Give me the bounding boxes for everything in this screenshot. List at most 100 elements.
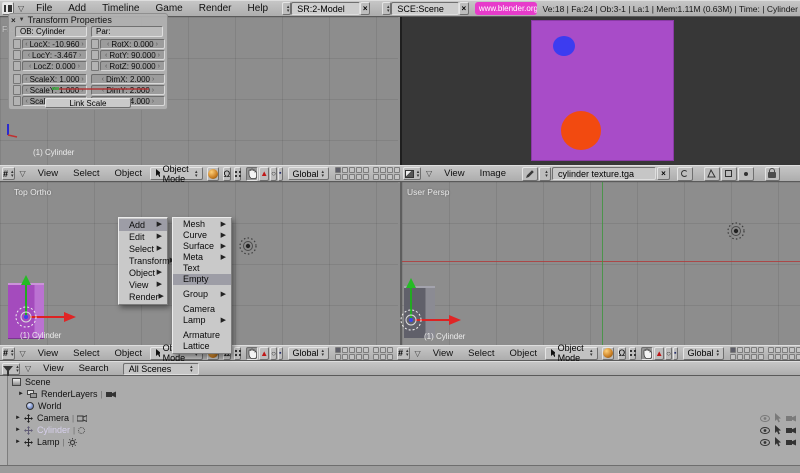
layer-toggle[interactable] [744,354,750,360]
layer-toggle[interactable] [349,347,355,353]
locy-field[interactable]: LocY: -3.467 [22,50,87,60]
header-collapse-icon[interactable]: ▽ [415,349,421,358]
layer-toggle[interactable] [373,347,379,353]
header-collapse-icon[interactable]: ▽ [25,364,31,373]
layer-toggle[interactable] [349,174,355,180]
locz-field[interactable]: LocZ: 0.000 [22,61,87,71]
snap-icon[interactable] [234,347,241,360]
image-reload-icon[interactable] [677,167,693,181]
scene-browse-icon[interactable]: ▴▾ [382,2,391,15]
layer-toggle[interactable] [380,174,386,180]
layer-toggle[interactable] [349,354,355,360]
rot-lock-icon[interactable] [91,61,99,71]
context-menu-item-render[interactable]: Render▶ [119,291,167,303]
object-menu[interactable]: Object [108,348,149,359]
layer-toggle[interactable] [768,354,774,360]
layer-toggle[interactable] [342,174,348,180]
snap-icon[interactable] [629,347,636,360]
layer-toggle[interactable] [335,347,341,353]
add-menu-item-meta[interactable]: Meta▶ [173,252,231,263]
layer-toggle[interactable] [335,167,341,173]
panel-collapse-icon[interactable]: ▼ [19,17,25,23]
restrict-select-icon[interactable] [774,413,782,423]
mode-dropdown[interactable]: Object Mode ▴▾ [150,167,203,180]
layer-toggle[interactable] [356,354,362,360]
manipulator-rotate-icon[interactable]: ○ [270,167,277,181]
scene-selector[interactable]: SCE:Scene [391,2,459,15]
layer-toggle[interactable] [751,347,757,353]
layer-toggle[interactable] [380,354,386,360]
outliner-filter-dropdown[interactable]: All Scenes▴▾ [123,363,199,375]
select-menu[interactable]: Select [66,348,106,359]
layer-toggle[interactable] [342,347,348,353]
layer-toggle[interactable] [342,167,348,173]
add-menu-item-surface[interactable]: Surface▶ [173,241,231,252]
add-menu-item-group[interactable]: Group▶ [173,289,231,300]
rot-lock-icon[interactable] [91,39,99,49]
draw-mode-icon[interactable] [207,167,219,181]
parent-field[interactable]: Par: [91,26,163,37]
outliner-panel[interactable]: Scene ► RenderLayers | World ► Camera | [0,376,800,465]
loc-lock-icon[interactable] [13,39,21,49]
layer-toggle[interactable] [380,167,386,173]
paint-dot-icon[interactable] [738,167,754,181]
add-menu-item-text[interactable]: Text [173,263,231,274]
layer-toggle[interactable] [775,347,781,353]
lamp-object-icon[interactable] [237,235,259,257]
rot-lock-icon[interactable] [91,50,99,60]
draw-mode-icon[interactable] [602,347,614,360]
view-menu[interactable]: View [31,168,65,179]
orientation-dropdown[interactable]: Global▴▾ [288,347,330,360]
editor-type-outliner-icon[interactable]: ▴▾ [2,363,20,375]
expand-arrow-icon[interactable]: ► [15,415,21,421]
layer-toggle[interactable] [342,354,348,360]
layer-toggle[interactable] [789,354,795,360]
layer-toggle[interactable] [751,354,757,360]
restrict-select-icon[interactable] [774,425,782,435]
add-menu-item-mesh[interactable]: Mesh▶ [173,219,231,230]
layer-toggle[interactable] [730,347,736,353]
image-close-button[interactable]: × [657,167,670,180]
uv-image-editor[interactable] [400,17,800,165]
editor-type-grid-icon[interactable]: #▴▾ [2,347,15,360]
outliner-row-renderlayers[interactable]: ► RenderLayers | [0,388,800,400]
context-menu-item-add[interactable]: Add▶ [119,219,167,231]
pen-icon[interactable] [522,167,538,181]
manipulator-rotate-icon[interactable]: ○ [665,347,672,360]
add-menu-item-camera[interactable]: Camera [173,304,231,315]
manipulator-rotate-icon[interactable]: ○ [270,347,277,360]
view-menu[interactable]: View [36,363,70,374]
rotation-pivot-icon[interactable]: Ω [223,167,232,181]
layer-toggle[interactable] [758,354,764,360]
orientation-dropdown[interactable]: Global▴▾ [288,167,330,180]
outliner-row-lamp[interactable]: ► Lamp | [0,436,800,448]
link-scale-button[interactable]: Link Scale [45,98,131,108]
layer-toggle[interactable] [796,354,800,360]
layer-toggle[interactable] [796,347,800,353]
layer-toggle[interactable] [744,347,750,353]
add-menu-item-lamp[interactable]: Lamp▶ [173,315,231,326]
scale-lock-icon[interactable] [13,74,21,84]
add-menu-item-curve[interactable]: Curve▶ [173,230,231,241]
screen-close-button[interactable]: × [360,2,370,15]
object-menu[interactable]: Object [503,348,544,359]
manipulator-scale-icon[interactable]: ▪ [278,167,282,181]
view-menu[interactable]: View [437,168,471,179]
dimy-field[interactable]: DimY: 2.000 [91,85,165,95]
expand-arrow-icon[interactable]: ► [18,391,24,397]
panel-close-icon[interactable]: × [11,16,16,25]
header-collapse-icon[interactable]: ▽ [20,349,26,358]
uv-pin-icon[interactable] [721,167,737,181]
manipulator-scale-icon[interactable]: ▪ [278,347,282,360]
header-collapse-icon[interactable]: ▽ [20,169,26,178]
outliner-scrollbar[interactable] [0,465,800,473]
scale-lock-icon[interactable] [13,85,21,95]
layer-toggle[interactable] [373,167,379,173]
add-menu-item-lattice[interactable]: Lattice [173,341,231,352]
object-name-field[interactable]: OB: Cylinder [15,26,87,37]
texture-image[interactable] [531,20,674,161]
rotz-field[interactable]: RotZ: 90.000 [100,61,165,71]
layer-toggle[interactable] [363,347,369,353]
roty-field[interactable]: RotY: 90.000 [100,50,165,60]
layer-toggle[interactable] [363,354,369,360]
